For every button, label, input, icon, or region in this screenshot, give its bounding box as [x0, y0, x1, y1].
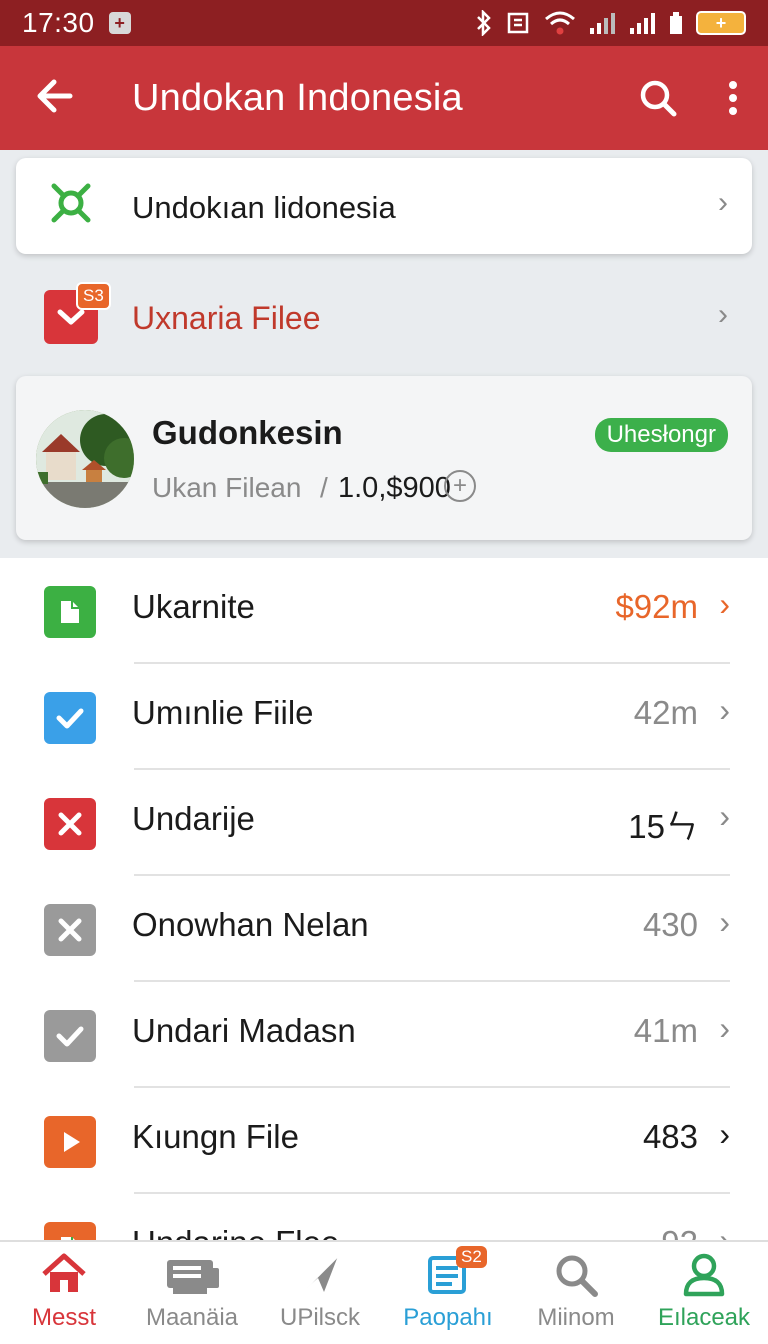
chevron-right-icon: › — [719, 1116, 730, 1152]
sim-icon — [670, 12, 682, 34]
nav-label: UPilsck — [279, 1304, 360, 1331]
list-item[interactable]: Undarije 15ㄣ › — [0, 770, 768, 876]
notification-icon: + — [108, 12, 131, 34]
file-icon — [44, 586, 96, 638]
list-item-value: 41m — [633, 1012, 698, 1049]
row-uxnaria[interactable]: S3 Uxnaria Filee › — [16, 268, 752, 368]
play-icon — [44, 1116, 96, 1168]
notification-badge: S3 — [76, 282, 111, 310]
profile-separator: / — [320, 472, 328, 503]
nav-item-miinom[interactable]: Miinom — [512, 1242, 640, 1344]
list-item-label: Undari Madasn — [132, 1012, 356, 1049]
signal-icon — [590, 13, 615, 34]
list-item[interactable]: Kıungn File 483 › — [0, 1088, 768, 1194]
list-item-label: Ukarnite — [132, 588, 255, 625]
chevron-right-icon: › — [719, 692, 730, 728]
x-icon — [44, 798, 96, 850]
nav-label: Miinom — [537, 1304, 615, 1331]
battery-icon: + — [696, 11, 746, 35]
network-icon — [48, 180, 94, 226]
status-time: 17:30 — [22, 7, 95, 38]
page-title: Undokan Indonesia — [132, 76, 463, 119]
list-item-label: Undarije — [132, 800, 255, 837]
bluetooth-icon — [477, 10, 491, 36]
back-button[interactable] — [34, 78, 94, 119]
list-item[interactable]: Undari Madasn 41m › — [0, 982, 768, 1088]
search-icon — [640, 80, 677, 117]
wifi-icon — [545, 11, 575, 35]
back-arrow-icon — [37, 79, 73, 112]
check-icon — [44, 1010, 96, 1062]
list-item[interactable]: Umınlie Fiile 42m › — [0, 664, 768, 770]
add-icon[interactable]: + — [444, 470, 476, 502]
file-list: Ukarnite $92m › Umınlie Fiile 42m › Undarije 15… — [0, 558, 768, 1240]
list-item-value: 15ㄣ — [628, 808, 698, 845]
nav-item-maanäia[interactable]: Maanäia — [128, 1242, 256, 1344]
chevron-right-icon: › — [718, 298, 728, 331]
nav-label: Messt — [31, 1304, 96, 1331]
nav-item-messt[interactable]: Messt — [0, 1242, 128, 1344]
chevron-right-icon: › — [719, 586, 730, 622]
list-item-value: 92 — [661, 1224, 698, 1240]
app-bar: Undokan Indonesia — [0, 46, 768, 150]
check-icon — [44, 692, 96, 744]
chevron-right-icon: › — [719, 904, 730, 940]
chevron-right-icon: › — [719, 1222, 730, 1240]
person-icon — [682, 1252, 726, 1303]
card-undokan-label: Undokıan lidonesia — [132, 190, 396, 225]
profile-card[interactable]: Gudonkesin Uhesłongr Ukan Filean / 1.0,$… — [16, 376, 752, 540]
card-undokan[interactable]: Undokıan lidonesia › — [16, 158, 752, 254]
profile-tag: Uhesłongr — [594, 418, 728, 452]
profile-name: Gudonkesin — [152, 414, 343, 451]
bottom-nav: Messt Maanäia UPilsck S2 Paopahı Miinom Eılace… — [0, 1240, 768, 1344]
nfc-icon — [507, 12, 529, 34]
signal-icon-2 — [630, 13, 655, 34]
search-button[interactable] — [638, 78, 678, 118]
search-icon — [553, 1252, 599, 1303]
nav-item-eılaceak[interactable]: Eılaceak — [640, 1242, 768, 1344]
chevron-right-icon: › — [719, 798, 730, 834]
nav-badge: S2 — [456, 1246, 487, 1268]
nav-item-upilsck[interactable]: UPilsck — [256, 1242, 384, 1344]
chevron-right-icon: › — [718, 186, 728, 219]
file-icon — [44, 1222, 96, 1240]
nav-label: Eılaceak — [657, 1304, 751, 1331]
status-bar: 17:30 + + — [0, 0, 768, 46]
printer-icon — [163, 1252, 221, 1301]
profile-amount: 1.0,$900 — [338, 472, 451, 504]
list-item-value: 430 — [642, 906, 698, 943]
list-item[interactable]: Ukarnite $92m › — [0, 558, 768, 664]
list-item[interactable]: Onowhan Nelan 430 › — [0, 876, 768, 982]
send-icon — [296, 1252, 344, 1301]
list-item-value: 42m — [633, 694, 698, 731]
list-item[interactable]: Undarine Flee 92 › — [0, 1194, 768, 1240]
list-item-label: Onowhan Nelan — [132, 906, 369, 943]
list-item-label: Kıungn File — [132, 1118, 299, 1155]
list-item-value: 483 — [642, 1118, 698, 1155]
list-item-value: $92m — [615, 588, 698, 625]
chevron-right-icon: › — [719, 1010, 730, 1046]
nav-label: Paopahı — [403, 1304, 493, 1331]
profile-sub-label: Ukan Filean — [152, 472, 302, 503]
list-item-label: Umınlie Fiile — [132, 694, 314, 731]
x-icon — [44, 904, 96, 956]
row-uxnaria-label: Uxnaria Filee — [132, 300, 321, 336]
status-icons: + — [474, 10, 746, 36]
nav-label: Maanäia — [145, 1304, 239, 1331]
avatar — [36, 410, 134, 508]
home-icon — [40, 1252, 88, 1301]
nav-item-paopahı[interactable]: S2 Paopahı — [384, 1242, 512, 1344]
more-vertical-icon — [729, 81, 737, 115]
list-item-label: Undarine Flee — [132, 1224, 339, 1240]
more-options-button[interactable] — [728, 80, 738, 116]
